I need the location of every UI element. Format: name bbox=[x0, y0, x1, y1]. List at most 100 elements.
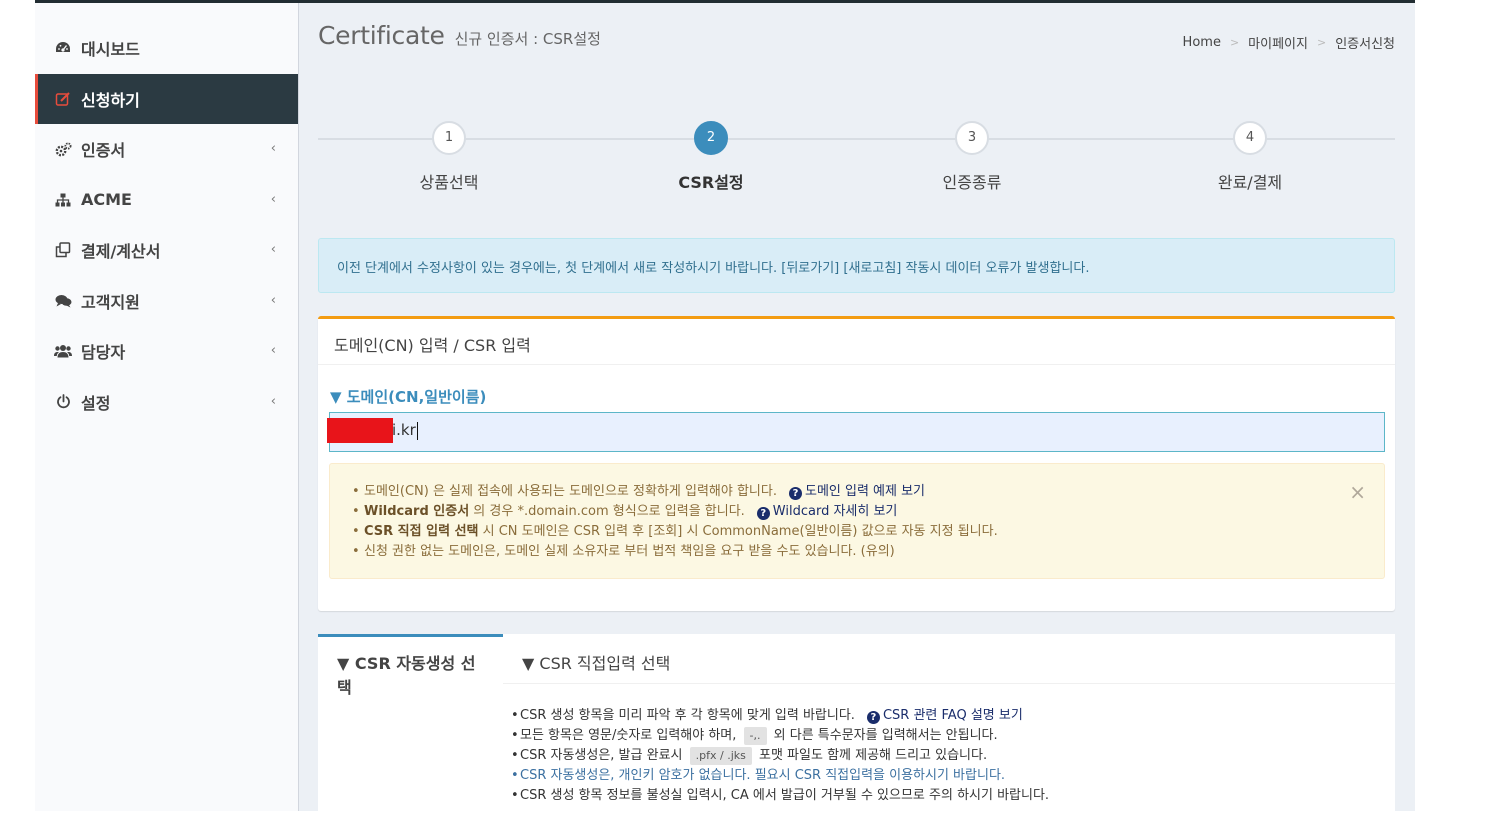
sidebar-item-managers[interactable]: 담당자 ‹ bbox=[35, 326, 298, 377]
power-icon bbox=[54, 393, 72, 411]
info-text: 외 다른 특수문자를 입력해서는 안됩니다. bbox=[773, 728, 998, 743]
warning-bold: CSR 직접 입력 선택 bbox=[364, 524, 479, 539]
link-label: CSR 관련 FAQ 설명 보기 bbox=[882, 708, 1023, 723]
box-title: 도메인(CN) 입력 / CSR 입력 bbox=[318, 319, 1395, 365]
warning-bold: Wildcard 인증서 bbox=[364, 504, 470, 519]
chevron-left-icon: ‹ bbox=[270, 292, 276, 308]
link-label: Wildcard 자세히 보기 bbox=[772, 504, 898, 519]
warning-text: 시 CN 도메인은 CSR 입력 후 [조회] 시 CommonName(일반이… bbox=[478, 524, 998, 539]
step-2: 2 CSR설정 bbox=[611, 121, 811, 193]
tab-csr-manual[interactable]: ▼ CSR 직접입력 선택 bbox=[503, 634, 689, 684]
warning-text: 신청 권한 없는 도메인은, 도메인 실제 소유자로 부터 법적 책임을 요구 … bbox=[364, 544, 895, 559]
sidebar-item-support[interactable]: 고객지원 ‹ bbox=[35, 276, 298, 327]
tab-bar: ▼ CSR 자동생성 선택 ▼ CSR 직접입력 선택 bbox=[318, 634, 1395, 697]
breadcrumb-mypage[interactable]: 마이페이지 bbox=[1248, 33, 1308, 52]
list-item: CSR 자동생성은, 발급 완료시 .pfx / .jks 포맷 파일도 함께 … bbox=[511, 746, 1049, 766]
redaction-block bbox=[327, 418, 393, 443]
dashboard-icon bbox=[54, 39, 72, 57]
info-text: CSR 자동생성은, 개인키 암호가 없습니다. 필요시 CSR 직접입력을 이… bbox=[520, 768, 1006, 783]
progress-stepper: 1 상품선택 2 CSR설정 3 인증종류 4 완료/결제 bbox=[318, 121, 1395, 201]
wildcard-detail-link[interactable]: ? Wildcard 자세히 보기 bbox=[756, 504, 898, 520]
domain-example-link[interactable]: ? 도메인 입력 예제 보기 bbox=[788, 484, 926, 500]
comments-icon bbox=[54, 292, 72, 310]
warning-text: 도메인(CN) 은 실제 접속에 사용되는 도메인으로 정확하게 입력해야 합니… bbox=[364, 484, 777, 499]
step-3: 3 인증종류 bbox=[872, 121, 1072, 193]
csr-faq-link[interactable]: ? CSR 관련 FAQ 설명 보기 bbox=[866, 708, 1023, 724]
question-icon: ? bbox=[788, 487, 802, 500]
domain-section-title: ▼ 도메인(CN,일반이름) bbox=[330, 388, 487, 406]
sidebar-item-label: 신청하기 bbox=[81, 90, 140, 110]
text-caret bbox=[416, 421, 418, 440]
step-label: 완료/결제 bbox=[1217, 173, 1283, 192]
tab-csr-auto[interactable]: ▼ CSR 자동생성 선택 bbox=[318, 634, 503, 697]
list-item: CSR 생성 항목을 미리 파악 후 각 항목에 맞게 입력 바랍니다.?CSR… bbox=[511, 706, 1049, 726]
breadcrumb-separator: > bbox=[1229, 36, 1240, 49]
sitemap-icon bbox=[54, 191, 72, 209]
question-icon: ? bbox=[866, 711, 880, 724]
warning-text: 의 경우 *.domain.com 형식으로 입력을 합니다. bbox=[469, 504, 745, 519]
sidebar: 대시보드 신청하기 인증서 ‹ ACME ‹ 결제/계산서 ‹ 고객지원 ‹ 담… bbox=[35, 3, 299, 811]
list-item: CSR 자동생성은, 개인키 암호가 없습니다. 필요시 CSR 직접입력을 이… bbox=[511, 766, 1049, 786]
list-item: 모든 항목은 영문/숫자로 입력해야 하며, -,. 외 다른 특수문자를 입력… bbox=[511, 726, 1049, 746]
main-content: Certificate 신규 인증서 : CSR설정 Home > 마이페이지 … bbox=[318, 3, 1395, 814]
domain-box: 도메인(CN) 입력 / CSR 입력 ▼ 도메인(CN,일반이름) i.kr … bbox=[318, 316, 1395, 611]
users-icon bbox=[54, 342, 72, 360]
step-number: 2 bbox=[694, 121, 728, 155]
sidebar-item-acme[interactable]: ACME ‹ bbox=[35, 175, 298, 226]
chevron-left-icon: ‹ bbox=[270, 343, 276, 358]
page-title-main: Certificate bbox=[318, 21, 445, 50]
csr-tabs-box: ▼ CSR 자동생성 선택 ▼ CSR 직접입력 선택 CSR 생성 항목을 미… bbox=[318, 634, 1395, 814]
sidebar-item-label: 설정 bbox=[81, 393, 111, 413]
sidebar-item-label: 고객지원 bbox=[81, 292, 140, 312]
step-4: 4 완료/결제 bbox=[1150, 121, 1350, 193]
breadcrumb: Home > 마이페이지 > 인증서신청 bbox=[1183, 33, 1395, 52]
list-item: CSR 생성 항목 정보를 불성실 입력시, CA 에서 발급이 거부될 수 있… bbox=[511, 786, 1049, 806]
question-icon: ? bbox=[756, 507, 770, 520]
domain-warning-alert: × 도메인(CN) 은 실제 접속에 사용되는 도메인으로 정확하게 입력해야 … bbox=[329, 463, 1385, 579]
chevron-left-icon: ‹ bbox=[270, 393, 276, 409]
sidebar-item-label: 대시보드 bbox=[81, 40, 140, 60]
domain-input-value: i.kr bbox=[392, 421, 416, 439]
tab-content: CSR 생성 항목을 미리 파악 후 각 항목에 맞게 입력 바랍니다.?CSR… bbox=[511, 706, 1049, 806]
link-label: 도메인 입력 예제 보기 bbox=[804, 484, 926, 499]
app-frame: 대시보드 신청하기 인증서 ‹ ACME ‹ 결제/계산서 ‹ 고객지원 ‹ 담… bbox=[35, 0, 1415, 814]
step-number: 3 bbox=[955, 121, 989, 155]
page-title: Certificate 신규 인증서 : CSR설정 bbox=[318, 21, 601, 50]
sidebar-item-settings[interactable]: 설정 ‹ bbox=[35, 377, 298, 428]
sidebar-item-billing[interactable]: 결제/계산서 ‹ bbox=[35, 225, 298, 276]
sidebar-item-label: 결제/계산서 bbox=[81, 242, 161, 262]
sidebar-item-label: ACME bbox=[81, 190, 132, 210]
info-text: 포맷 파일도 함께 제공해 드리고 있습니다. bbox=[759, 748, 988, 763]
domain-input[interactable]: i.kr bbox=[329, 412, 1385, 452]
code-chip: -,. bbox=[743, 727, 767, 745]
info-text: CSR 자동생성은, 발급 완료시 bbox=[520, 748, 683, 763]
chevron-left-icon: ‹ bbox=[270, 141, 276, 156]
info-alert: 이전 단계에서 수정사항이 있는 경우에는, 첫 단계에서 새로 작성하시기 바… bbox=[318, 238, 1395, 293]
page-subtitle: 신규 인증서 : CSR설정 bbox=[454, 30, 601, 48]
sidebar-item-apply[interactable]: 신청하기 bbox=[35, 73, 298, 124]
step-number: 1 bbox=[432, 121, 466, 155]
cogs-icon bbox=[54, 140, 72, 158]
sidebar-item-label: 담당자 bbox=[81, 343, 126, 363]
step-label: 인증종류 bbox=[942, 173, 1002, 192]
step-label: CSR설정 bbox=[678, 173, 744, 192]
list-item: Wildcard 인증서 의 경우 *.domain.com 형식으로 입력을 … bbox=[350, 502, 1364, 522]
chevron-left-icon: ‹ bbox=[270, 191, 276, 207]
sidebar-item-label: 인증서 bbox=[81, 141, 126, 161]
edit-icon bbox=[54, 90, 72, 108]
chevron-left-icon: ‹ bbox=[270, 242, 276, 257]
breadcrumb-current: 인증서신청 bbox=[1335, 37, 1395, 52]
info-text: CSR 생성 항목 정보를 불성실 입력시, CA 에서 발급이 거부될 수 있… bbox=[520, 788, 1050, 803]
list-item: CSR 직접 입력 선택 시 CN 도메인은 CSR 입력 후 [조회] 시 C… bbox=[350, 522, 1364, 542]
info-text: CSR 생성 항목을 미리 파악 후 각 항목에 맞게 입력 바랍니다. bbox=[520, 708, 855, 723]
step-label: 상품선택 bbox=[419, 173, 479, 192]
step-number: 4 bbox=[1233, 121, 1267, 155]
info-text: 모든 항목은 영문/숫자로 입력해야 하며, bbox=[520, 728, 737, 743]
step-1: 1 상품선택 bbox=[349, 121, 549, 193]
sidebar-item-dashboard[interactable]: 대시보드 bbox=[35, 23, 298, 74]
sidebar-item-certificate[interactable]: 인증서 ‹ bbox=[35, 124, 298, 175]
clone-icon bbox=[54, 241, 72, 259]
breadcrumb-home[interactable]: Home bbox=[1183, 35, 1221, 50]
breadcrumb-separator: > bbox=[1316, 36, 1327, 49]
code-chip: .pfx / .jks bbox=[689, 747, 752, 765]
